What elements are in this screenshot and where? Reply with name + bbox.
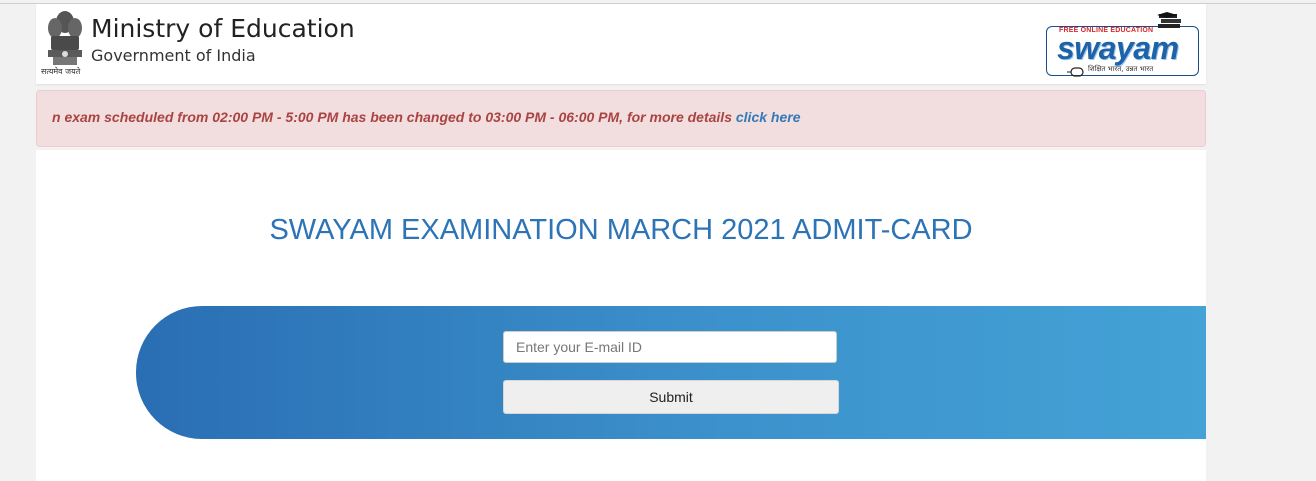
ministry-subtitle: Government of India <box>91 46 256 65</box>
main-content: SWAYAM EXAMINATION MARCH 2021 ADMIT-CARD… <box>36 150 1206 481</box>
emblem-caption: सत्यमेव जयते <box>41 67 81 76</box>
email-input[interactable] <box>503 331 837 363</box>
admit-card-form-band: Submit <box>136 306 1206 439</box>
ministry-title: Ministry of Education <box>91 14 355 43</box>
submit-button[interactable]: Submit <box>503 380 839 414</box>
mouse-icon <box>1067 67 1084 77</box>
logo-wordmark: swayam <box>1057 30 1179 66</box>
site-header: सत्यमेव जयते Ministry of Education Gover… <box>36 4 1206 84</box>
alert-marquee: n exam scheduled from 02:00 PM - 5:00 PM… <box>52 109 800 125</box>
logo-tagline-bottom: शिक्षित भारत, उन्नत भारत <box>1088 65 1154 73</box>
page-title: SWAYAM EXAMINATION MARCH 2021 ADMIT-CARD <box>269 214 973 246</box>
alert-message: n exam scheduled from 02:00 PM - 5:00 PM… <box>52 109 736 125</box>
swayam-logo[interactable]: FREE ONLINE EDUCATION swayam शिक्षित भार… <box>1045 9 1201 79</box>
notice-alert: n exam scheduled from 02:00 PM - 5:00 PM… <box>36 90 1206 147</box>
alert-click-here-link[interactable]: click here <box>736 109 801 125</box>
books-icon <box>1157 12 1181 28</box>
